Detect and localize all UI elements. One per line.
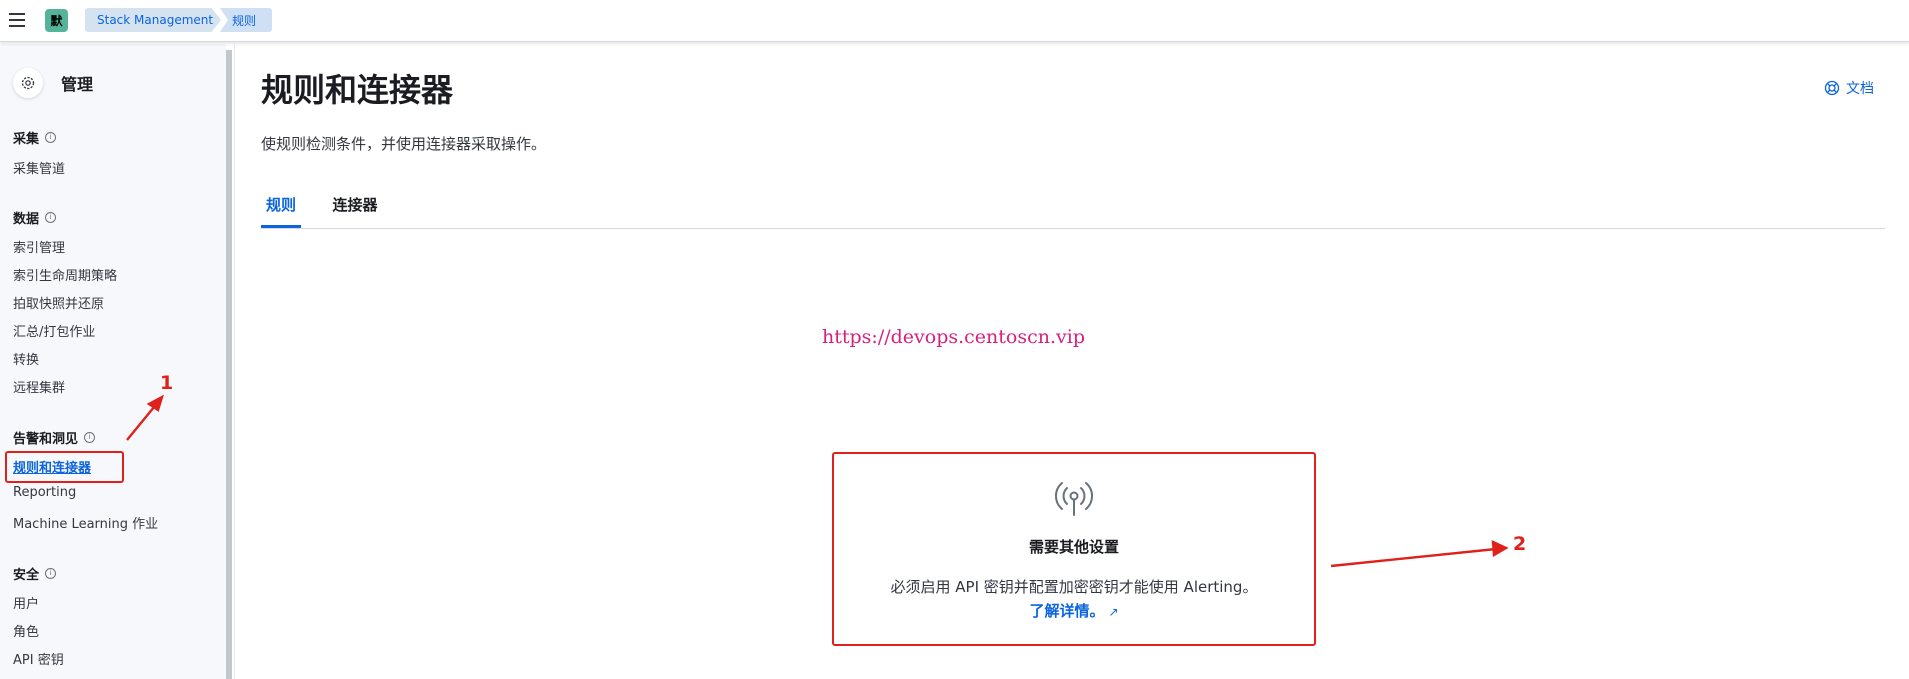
annotation-highlight-box-1 [5, 451, 124, 483]
setup-required-prompt: 需要其他设置 必须启用 API 密钥并配置加密密钥才能使用 Alerting。 … [832, 452, 1316, 646]
gear-icon [13, 68, 43, 98]
info-icon[interactable]: i [45, 212, 57, 223]
annotation-arrow-2 [1330, 547, 1497, 568]
top-header: 默 Stack Management 规则 [0, 0, 1909, 42]
sidebar-item-roles[interactable]: 角色 [13, 621, 39, 640]
broadcast-icon [1055, 482, 1093, 516]
sidebar-group-data: 数据 i [13, 208, 57, 227]
sidebar-group-label: 告警和洞见 [13, 432, 79, 447]
sidebar-item-users[interactable]: 用户 [13, 593, 39, 612]
prompt-title: 需要其他设置 [1028, 538, 1119, 556]
watermark-url: https://devops.centoscn.vip [822, 326, 1085, 348]
help-lifebuoy-icon [1824, 80, 1840, 96]
tab-rules[interactable]: 规则 [261, 190, 301, 228]
sidebar-group-label: 安全 [13, 568, 40, 583]
sidebar-item-index-lifecycle[interactable]: 索引生命周期策略 [13, 265, 117, 284]
sidebar-item-transforms[interactable]: 转换 [13, 349, 39, 368]
sidebar-group-ingest: 采集 i [13, 128, 57, 147]
tab-bar: 规则 连接器 [261, 190, 1885, 229]
sidebar-scrollbar[interactable] [226, 50, 232, 679]
page-description: 使规则检测条件，并使用连接器采取操作。 [261, 135, 547, 153]
breadcrumb-stack-management[interactable]: Stack Management [85, 8, 221, 32]
sidebar-group-label: 采集 [13, 132, 40, 147]
breadcrumb-rules: 规则 [220, 8, 272, 32]
sidebar-item-ml-jobs[interactable]: Machine Learning 作业 [13, 513, 158, 532]
sidebar-divider [234, 44, 235, 679]
page-title: 规则和连接器 [261, 71, 454, 109]
info-icon[interactable]: i [45, 568, 57, 579]
learn-more-link[interactable]: 了解详情。 ↗ [834, 600, 1314, 621]
sidebar-item-reporting[interactable]: Reporting [13, 485, 76, 500]
hamburger-menu-icon[interactable] [9, 13, 25, 27]
sidebar-item-ingest-pipelines[interactable]: 采集管道 [13, 158, 65, 177]
sidebar-item-rollup-jobs[interactable]: 汇总/打包作业 [13, 321, 95, 340]
prompt-body: 必须启用 API 密钥并配置加密密钥才能使用 Alerting。 [890, 578, 1258, 596]
tab-connectors[interactable]: 连接器 [329, 190, 381, 228]
sidebar-title: 管理 [61, 75, 94, 94]
annotation-arrowhead-2 [1491, 540, 1509, 558]
sidebar-group-alerts-insights: 告警和洞见 i [13, 428, 96, 447]
info-icon[interactable]: i [84, 432, 96, 443]
sidebar-group-security: 安全 i [13, 564, 57, 583]
external-link-icon: ↗ [1108, 605, 1119, 619]
sidebar-item-remote-clusters[interactable]: 远程集群 [13, 377, 65, 396]
docs-link-label: 文档 [1846, 81, 1874, 97]
learn-more-label: 了解详情。 [1029, 602, 1105, 620]
info-icon[interactable]: i [45, 132, 57, 143]
annotation-marker-2: 2 [1513, 533, 1527, 555]
sidebar-item-snapshot-restore[interactable]: 拍取快照并还原 [13, 293, 104, 312]
sidebar-group-label: 数据 [13, 212, 40, 227]
sidebar-item-index-management[interactable]: 索引管理 [13, 237, 65, 256]
space-avatar[interactable]: 默 [45, 9, 68, 32]
docs-link[interactable]: 文档 [1824, 78, 1874, 98]
sidebar-item-api-keys[interactable]: API 密钥 [13, 649, 64, 668]
annotation-marker-1: 1 [160, 372, 174, 394]
